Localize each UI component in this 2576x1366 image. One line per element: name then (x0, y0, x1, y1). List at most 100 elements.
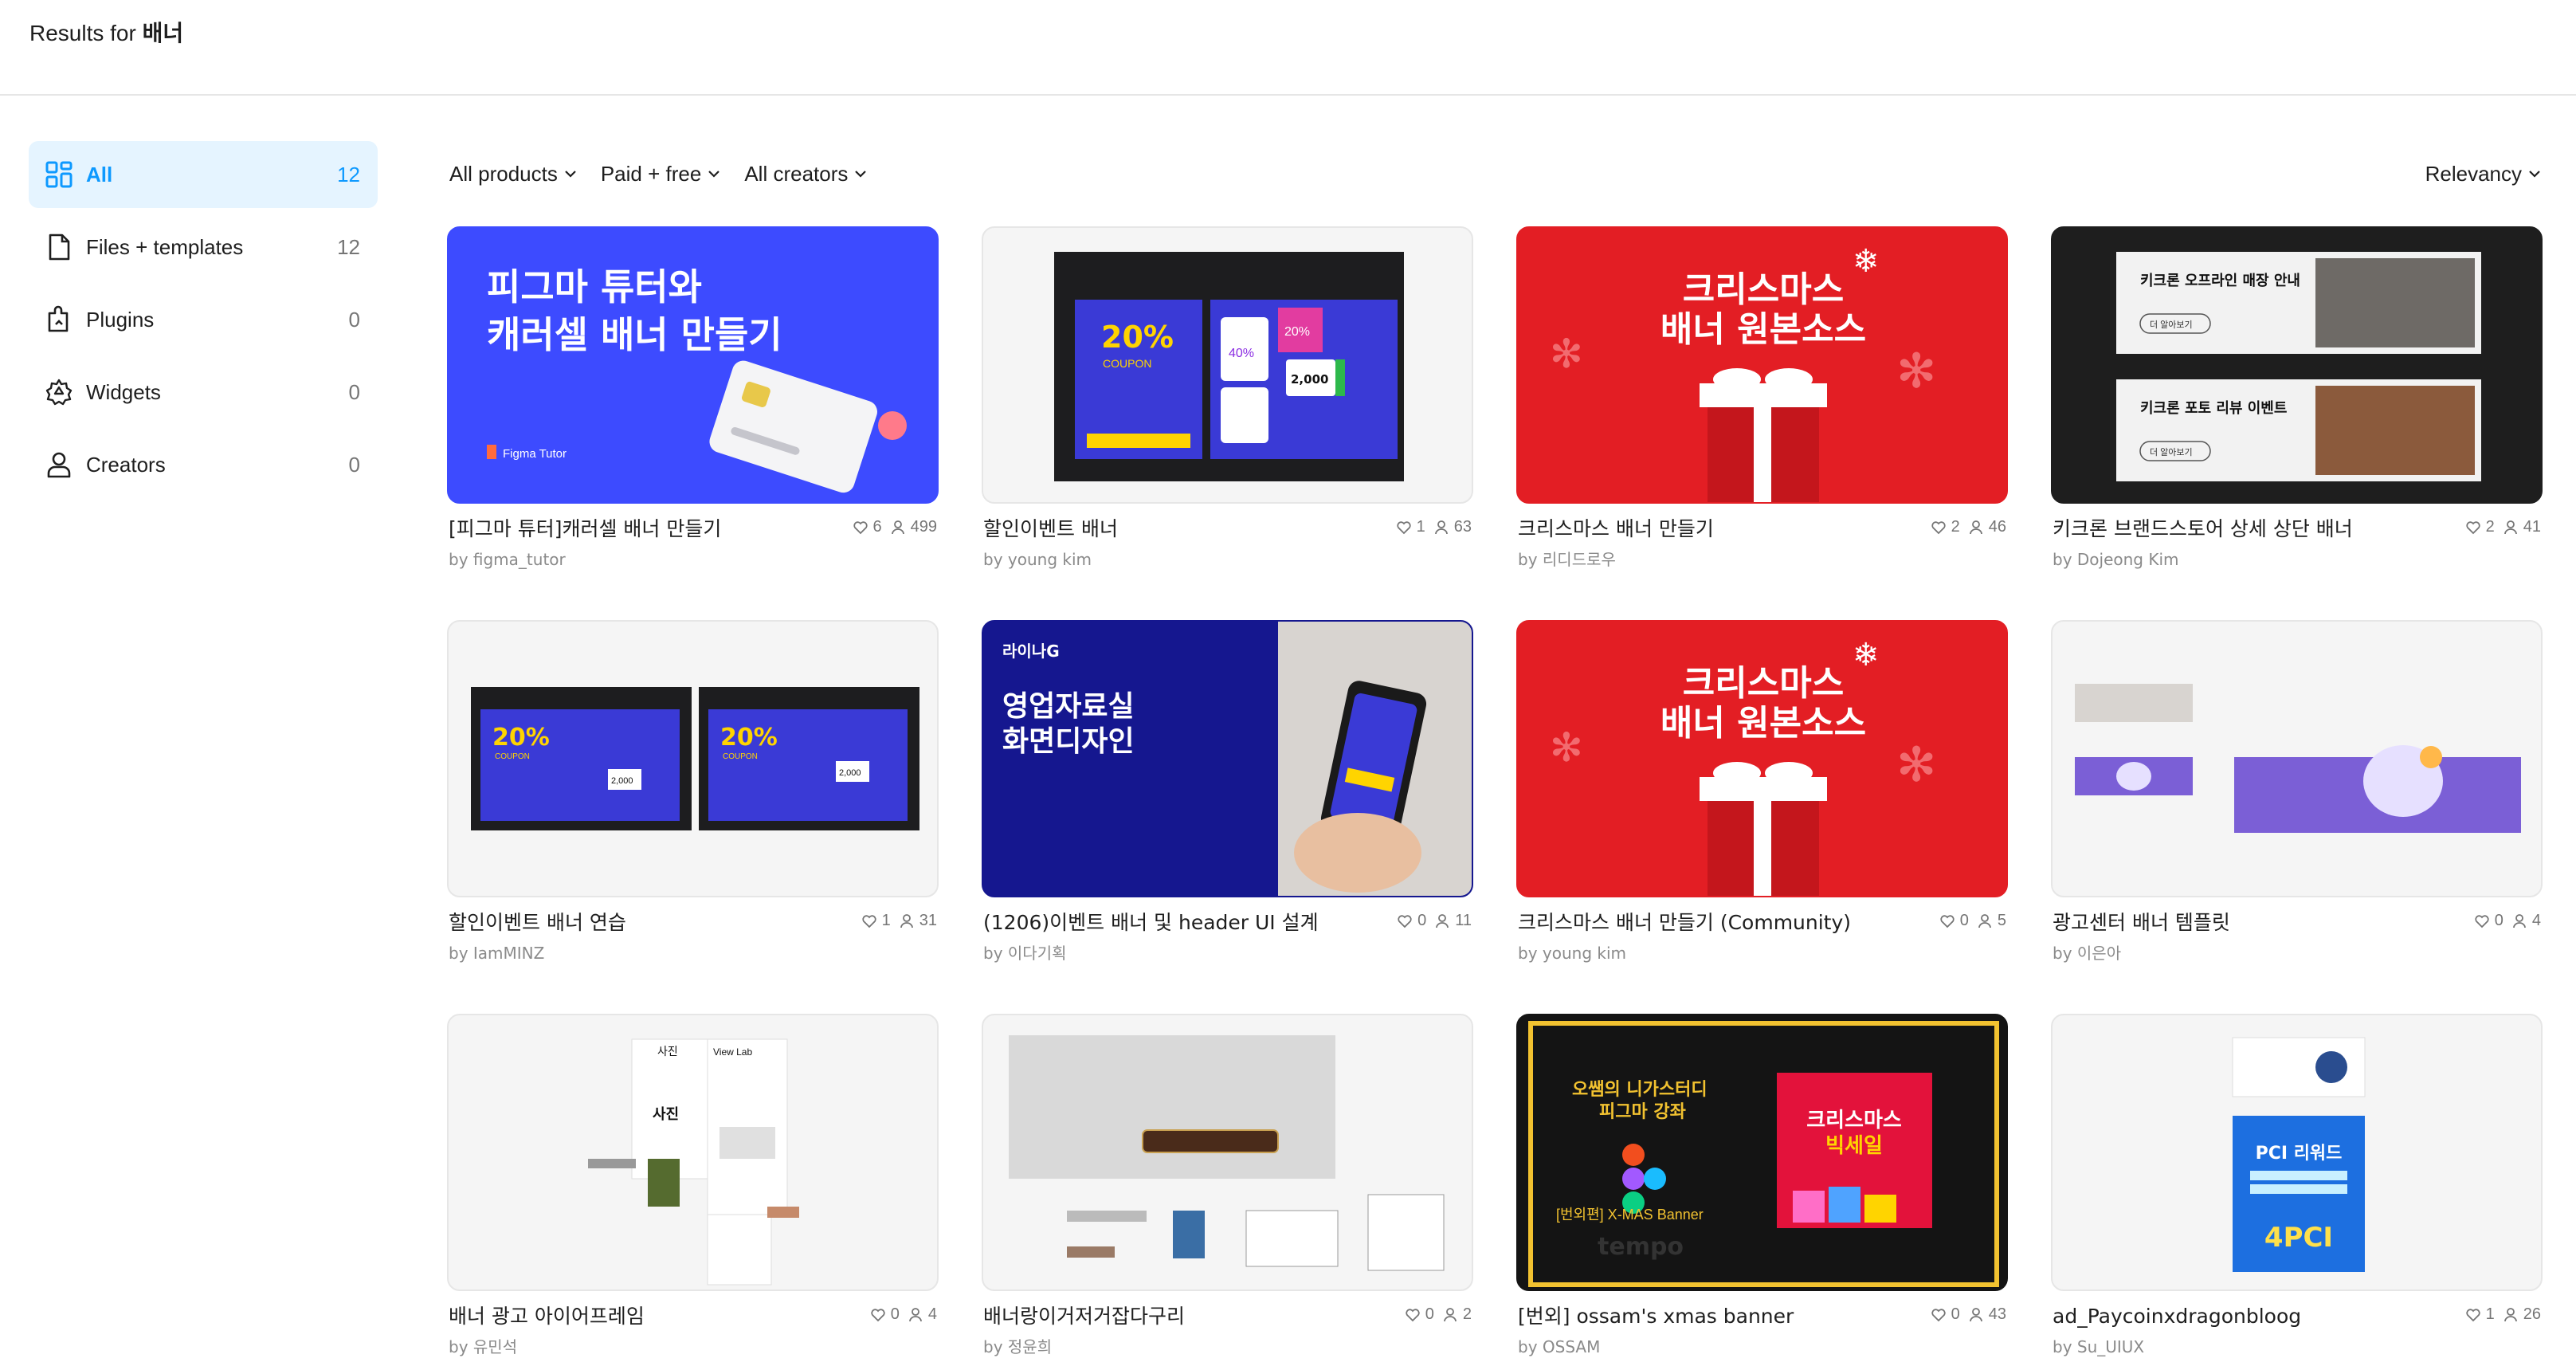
result-card[interactable]: PCI 리워드 4PCI ad_Paycoinxdragonbloog by S… (2051, 1014, 2543, 1366)
result-card[interactable]: 사진 사진 View Lab 배너 광고 아이어프레임 by 유민석 0 4 (447, 1014, 939, 1366)
card-author[interactable]: by 이다기획 (983, 942, 1067, 964)
svg-text:✻: ✻ (1896, 738, 1936, 791)
card-thumbnail[interactable]: PCI 리워드 4PCI (2051, 1014, 2543, 1291)
card-title[interactable]: 배너 광고 아이어프레임 (449, 1302, 823, 1331)
card-title[interactable]: [번외] ossam's xmas banner (1518, 1302, 1892, 1331)
thumb-text: 영업자료실 (1002, 690, 1135, 723)
svg-text:✻: ✻ (1550, 332, 1583, 376)
sidebar-item-all[interactable]: All 12 (29, 141, 378, 208)
card-thumbnail[interactable]: 크리스마스 배너 원본소스 ✻ ✻ ❄ (1516, 226, 2008, 504)
creators-filter-dropdown[interactable]: All creators (744, 158, 868, 190)
sort-dropdown[interactable]: Relevancy (2425, 158, 2543, 190)
sidebar-item-plugins[interactable]: Plugins 0 (29, 286, 378, 353)
heart-icon (1406, 1308, 1420, 1321)
result-card[interactable]: 광고센터 배너 템플릿 by 이은아 0 4 (2051, 620, 2543, 975)
thumbnail-art: 20% COUPON 20% COUPON 2,000 2,000 (471, 687, 919, 830)
card-thumbnail[interactable] (2051, 620, 2543, 897)
result-card[interactable]: 피그마 튜터와 캐러셀 배너 만들기 Figma Tutor [피그마 튜터]캐… (447, 226, 939, 582)
like-count: 0 (1425, 1305, 1434, 1323)
thumb-text: 키크론 포토 리뷰 이벤트 (2140, 400, 2287, 417)
thumb-text: 4PCI (2264, 1222, 2333, 1254)
sidebar-item-files-templates[interactable]: Files + templates 12 (29, 214, 378, 281)
card-author[interactable]: by young kim (983, 548, 1092, 571)
card-stats: 2 41 (2465, 518, 2541, 536)
like-count: 0 (1959, 912, 1969, 929)
card-author[interactable]: by figma_tutor (449, 548, 566, 571)
card-thumbnail[interactable]: 크리스마스 배너 원본소스 ✻ ✻ ❄ (1516, 620, 2008, 897)
user-count: 5 (1997, 912, 2006, 929)
card-author[interactable]: by Dojeong Kim (2053, 548, 2179, 571)
heart-icon (853, 520, 868, 534)
card-stats: 0 4 (870, 1305, 937, 1324)
thumb-text: 피그마 강좌 (1599, 1102, 1686, 1122)
card-thumbnail[interactable]: 피그마 튜터와 캐러셀 배너 만들기 Figma Tutor (447, 226, 939, 504)
result-card[interactable]: 20% COUPON 40% 20% 2,000 할인이벤트 배너 by you… (982, 226, 1473, 582)
card-thumbnail[interactable]: 20% COUPON 20% COUPON 2,000 2,000 (447, 620, 939, 897)
card-thumbnail[interactable]: 키크론 오프라인 매장 안내 더 알아보기 키크론 포토 리뷰 이벤트 더 알아… (2051, 226, 2543, 504)
card-title[interactable]: 할인이벤트 배너 연습 (449, 909, 823, 937)
thumb-text: 사진 (657, 1045, 678, 1058)
thumb-text: 키크론 오프라인 매장 안내 (2140, 273, 2300, 289)
card-title[interactable]: 광고센터 배너 템플릿 (2053, 909, 2427, 937)
card-author[interactable]: by OSSAM (1518, 1336, 1600, 1358)
result-card[interactable]: 배너랑이거저거잡다구리 by 정윤희 0 2 (982, 1014, 1473, 1366)
sidebar-item-widgets[interactable]: Widgets 0 (29, 359, 378, 426)
card-author[interactable]: by Su_UIUX (2053, 1336, 2144, 1358)
card-thumbnail[interactable]: 라이나G 영업자료실 화면디자인 (982, 620, 1473, 897)
price-filter-label: Paid + free (600, 162, 702, 186)
svg-text:❄: ❄ (1853, 638, 1880, 673)
card-title[interactable]: 크리스마스 배너 만들기 (Community) (1518, 909, 1892, 937)
card-title[interactable]: 키크론 브랜드스토어 상세 상단 배너 (2053, 515, 2427, 544)
thumb-text: 2,000 (611, 776, 633, 786)
card-author[interactable]: by young kim (1518, 942, 1626, 964)
user-icon (1969, 520, 1982, 534)
card-thumbnail[interactable] (982, 1014, 1473, 1291)
card-title[interactable]: [피그마 튜터]캐러셀 배너 만들기 (449, 515, 823, 544)
user-count: 2 (1462, 1305, 1472, 1323)
card-title[interactable]: (1206)이벤트 배너 및 header UI 설계 (983, 909, 1358, 937)
result-card[interactable]: 오쌤의 니가스터디 피그마 강좌 [번외편] X-MAS Banner temp… (1516, 1014, 2008, 1366)
thumb-text: tempo (1598, 1233, 1684, 1261)
card-thumbnail[interactable]: 오쌤의 니가스터디 피그마 강좌 [번외편] X-MAS Banner temp… (1516, 1014, 2008, 1291)
sort-label: Relevancy (2425, 162, 2522, 186)
thumb-text: 피그마 튜터와 (487, 265, 702, 308)
thumb-text: 배너 원본소스 (1660, 703, 1866, 744)
thumb-text: Figma Tutor (503, 447, 567, 461)
results-heading: Results for 배너 (29, 18, 183, 49)
heart-icon (1940, 914, 1955, 928)
result-card[interactable]: 크리스마스 배너 원본소스 ✻ ✻ ❄ 크리스마스 배너 만들기 by 리디드로… (1516, 226, 2008, 582)
card-title[interactable]: 할인이벤트 배너 (983, 515, 1358, 544)
card-author[interactable]: by IamMINZ (449, 942, 544, 964)
user-icon (1434, 520, 1448, 534)
products-filter-dropdown[interactable]: All products (449, 158, 578, 190)
price-filter-dropdown[interactable]: Paid + free (601, 158, 722, 190)
card-thumbnail[interactable]: 20% COUPON 40% 20% 2,000 (982, 226, 1473, 504)
user-icon (891, 520, 904, 534)
sidebar-item-count: 12 (337, 235, 360, 259)
card-author[interactable]: by 리디드로우 (1518, 548, 1616, 571)
card-title[interactable]: 크리스마스 배너 만들기 (1518, 515, 1892, 544)
card-author[interactable]: by 이은아 (2053, 942, 2121, 964)
search-query: 배너 (142, 20, 184, 46)
like-count: 1 (881, 912, 891, 929)
svg-text:✻: ✻ (1896, 344, 1936, 398)
card-title[interactable]: 배너랑이거저거잡다구리 (983, 1302, 1358, 1331)
like-count: 2 (2485, 518, 2495, 536)
sidebar-item-count: 0 (348, 453, 360, 477)
result-card[interactable]: 라이나G 영업자료실 화면디자인 (1206)이벤트 배너 및 header U… (982, 620, 1473, 975)
result-card[interactable]: 20% COUPON 20% COUPON 2,000 2,000 할인이벤트 … (447, 620, 939, 975)
card-thumbnail[interactable]: 사진 사진 View Lab (447, 1014, 939, 1291)
thumb-text: 20% (1101, 320, 1174, 355)
card-author[interactable]: by 유민석 (449, 1336, 517, 1358)
plugin-icon (48, 305, 69, 332)
card-author[interactable]: by 정윤희 (983, 1336, 1052, 1358)
user-icon (1978, 913, 1991, 928)
thumb-text: 크리스마스 (1683, 663, 1844, 704)
thumb-text: 20% (720, 724, 778, 752)
chevron-down-icon (565, 171, 576, 178)
result-card[interactable]: 키크론 오프라인 매장 안내 더 알아보기 키크론 포토 리뷰 이벤트 더 알아… (2051, 226, 2543, 582)
grid-icon (45, 161, 73, 188)
result-card[interactable]: 크리스마스 배너 원본소스 ✻ ✻ ❄ 크리스마스 배너 만들기 (Commun… (1516, 620, 2008, 975)
sidebar-item-creators[interactable]: Creators 0 (29, 431, 378, 498)
card-title[interactable]: ad_Paycoinxdragonbloog (2053, 1302, 2427, 1331)
